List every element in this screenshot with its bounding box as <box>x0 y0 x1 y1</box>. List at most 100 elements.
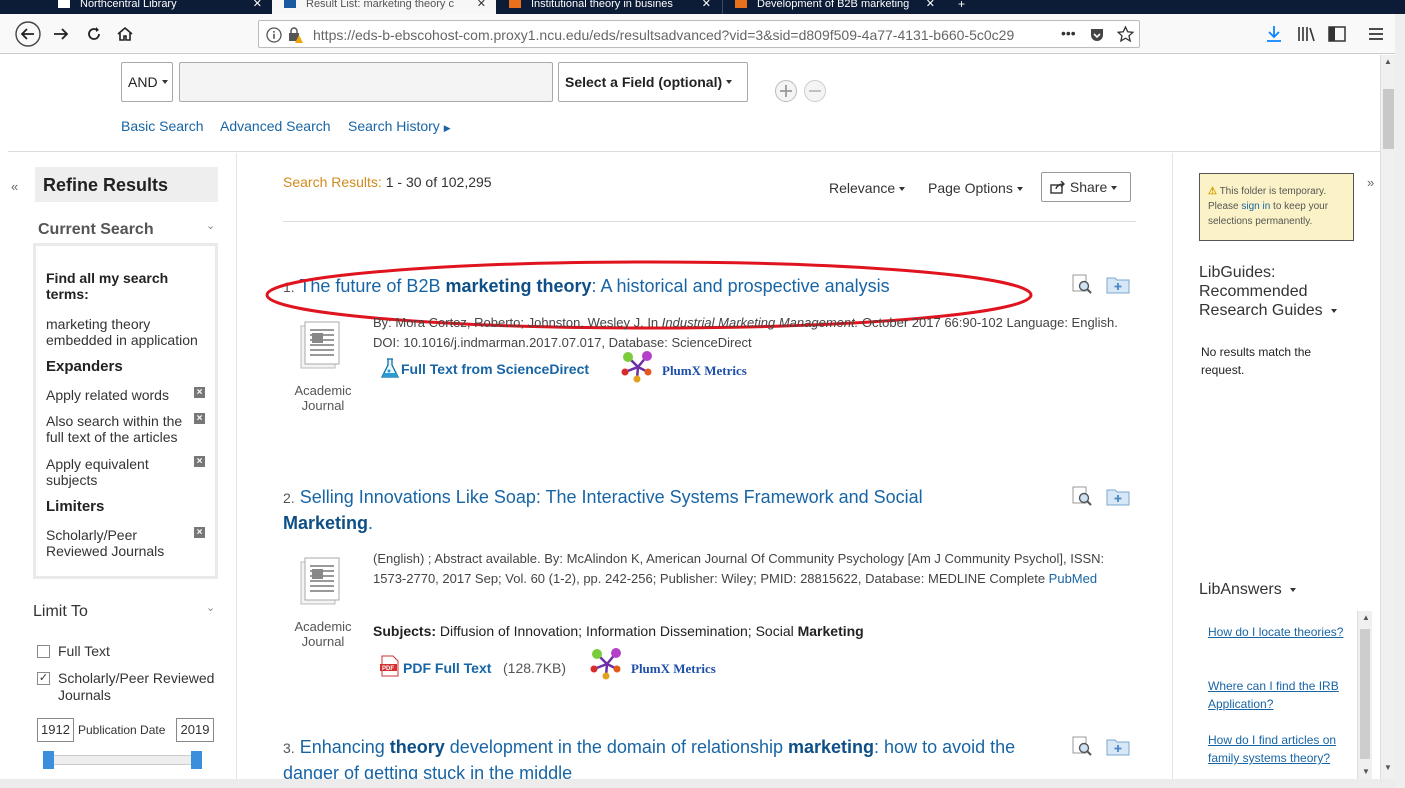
collapse-left-icon[interactable]: « <box>11 179 18 194</box>
bookmark-star-icon[interactable] <box>1117 26 1134 43</box>
result-1-actions <box>1072 273 1132 297</box>
reload-icon <box>88 27 100 40</box>
page-options-dropdown[interactable]: Page Options <box>928 180 1023 196</box>
address-bar[interactable]: https://eds-b-ebscohost-com.proxy1.ncu.e… <box>258 20 1140 48</box>
result-2-plumx-link[interactable]: PlumX Metrics <box>631 661 716 677</box>
remove-icon[interactable]: × <box>194 413 205 424</box>
chevron-down-icon <box>1111 186 1118 191</box>
result-1-full-text-link[interactable]: Full Text from ScienceDirect <box>401 361 589 377</box>
svg-text:PDF: PDF <box>382 666 394 672</box>
results-summary: Search Results: 1 - 30 of 102,295 <box>283 174 492 190</box>
libanswers-heading[interactable]: LibAnswers <box>1199 581 1297 599</box>
result-2-doctype: Academic Journal <box>294 619 352 649</box>
date-slider-handle-max[interactable] <box>191 751 202 769</box>
search-term-input[interactable] <box>179 62 553 102</box>
libanswers-scrollbar[interactable]: ▲ ▼ <box>1357 611 1372 779</box>
scrollbar-thumb[interactable] <box>1360 629 1370 759</box>
scholarly-checkbox[interactable]: ✓ <box>37 672 50 685</box>
scrollbar-thumb[interactable] <box>1383 89 1394 149</box>
result-1-plumx-link[interactable]: PlumX Metrics <box>662 363 747 379</box>
library-icon[interactable] <box>1297 26 1317 42</box>
date-from-input[interactable]: 1912 <box>37 718 74 742</box>
remove-icon[interactable]: × <box>194 527 205 538</box>
preview-magnifier-icon[interactable] <box>1072 735 1094 757</box>
close-tab-icon[interactable]: ✕ <box>477 0 486 10</box>
date-to-input[interactable]: 2019 <box>176 718 214 742</box>
full-text-checkbox[interactable] <box>37 645 50 658</box>
relevance-sort-dropdown[interactable]: Relevance <box>829 180 906 196</box>
collapse-right-icon[interactable]: » <box>1367 175 1374 190</box>
result-2-title[interactable]: 2. Selling Innovations Like Soap: The In… <box>283 485 1003 536</box>
pubmed-link[interactable]: PubMed <box>1049 571 1097 586</box>
field-select[interactable]: Select a Field (optional) <box>558 62 748 102</box>
result-1-metadata: By: Mora Cortez, Roberto; Johnston, Wesl… <box>373 315 1118 350</box>
scroll-down-icon[interactable]: ▼ <box>1362 767 1370 776</box>
refine-results-heading: Refine Results <box>35 167 218 202</box>
chevron-down-icon <box>726 80 733 84</box>
tab-strip: Northcentral Library ✕ Result List: mark… <box>0 0 1405 14</box>
close-tab-icon[interactable]: ✕ <box>926 0 935 10</box>
pdf-size: (128.7KB) <box>503 660 567 676</box>
tab-northcentral-library[interactable]: Northcentral Library ✕ <box>46 0 272 14</box>
sidebar-icon[interactable] <box>1328 26 1346 42</box>
chevron-down-icon[interactable]: ⌄ <box>206 219 215 232</box>
browser-window: Northcentral Library ✕ Result List: mark… <box>0 0 1405 788</box>
scroll-up-icon[interactable]: ▲ <box>1384 57 1392 66</box>
lock-warning-icon[interactable] <box>287 26 305 44</box>
share-button[interactable]: Share <box>1041 172 1131 202</box>
tab-institutional-theory[interactable]: Institutional theory in busines ✕ <box>497 0 721 14</box>
libguides-heading[interactable]: LibGuides: Recommended Research Guides <box>1199 263 1349 320</box>
add-to-folder-icon[interactable] <box>1106 485 1130 507</box>
remove-icon[interactable]: × <box>194 387 205 398</box>
reload-button[interactable] <box>80 20 108 48</box>
advanced-search-link[interactable]: Advanced Search <box>220 118 331 134</box>
page-scrollbar[interactable]: ▲ ▼ <box>1380 55 1395 779</box>
current-search-heading[interactable]: Current Search <box>38 221 154 239</box>
boolean-operator-select[interactable]: AND <box>121 62 173 102</box>
close-tab-icon[interactable]: ✕ <box>702 0 711 10</box>
add-to-folder-icon[interactable] <box>1106 273 1130 295</box>
page-actions-icon[interactable]: ••• <box>1061 25 1076 41</box>
navigation-toolbar: https://eds-b-ebscohost-com.proxy1.ncu.e… <box>0 14 1405 54</box>
faq-link-2[interactable]: Where can I find the IRB Application? <box>1208 677 1348 713</box>
current-search-box: Find all my search terms: marketing theo… <box>33 243 218 579</box>
result-2-pdf-link[interactable]: PDF Full Text <box>403 660 491 676</box>
info-icon[interactable] <box>266 27 282 43</box>
scroll-up-icon[interactable]: ▲ <box>1362 613 1370 622</box>
back-button[interactable] <box>14 20 42 48</box>
date-slider-handle-min[interactable] <box>43 751 54 769</box>
menu-icon[interactable] <box>1368 26 1384 42</box>
limit-to-heading[interactable]: Limit To <box>33 603 88 621</box>
preview-magnifier-icon[interactable] <box>1072 273 1094 295</box>
faq-link-1[interactable]: How do I locate theories? <box>1208 623 1348 641</box>
limiters-heading: Limiters <box>46 498 105 515</box>
sign-in-link[interactable]: sign in <box>1241 201 1270 212</box>
remove-icon[interactable]: × <box>194 456 205 467</box>
faq-link-3[interactable]: How do I find articles on family systems… <box>1208 731 1348 767</box>
close-tab-icon[interactable]: ✕ <box>253 0 262 10</box>
remove-row-icon[interactable] <box>803 79 827 103</box>
home-button[interactable] <box>111 20 139 48</box>
pocket-icon[interactable] <box>1089 27 1105 43</box>
forward-button[interactable] <box>47 20 75 48</box>
add-to-folder-icon[interactable] <box>1106 735 1130 757</box>
scroll-down-icon[interactable]: ▼ <box>1384 763 1392 772</box>
page-content: AND Select a Field (optional) Basic Sear… <box>8 55 1380 779</box>
ebsco-favicon-icon <box>284 0 296 8</box>
expander-related-words: Apply related words <box>46 387 169 403</box>
expanders-heading: Expanders <box>46 358 123 375</box>
download-icon[interactable] <box>1265 25 1283 43</box>
chevron-down-icon <box>899 187 906 192</box>
search-history-link[interactable]: Search History ▶ <box>348 118 451 134</box>
preview-magnifier-icon[interactable] <box>1072 485 1094 507</box>
add-row-icon[interactable] <box>774 79 798 103</box>
chevron-down-icon[interactable]: ⌄ <box>206 601 215 614</box>
date-slider-track[interactable] <box>44 755 202 765</box>
result-3-title[interactable]: 3. Enhancing theory development in the d… <box>283 735 1043 779</box>
folder-notice: ⚠ This folder is temporary. Please sign … <box>1199 173 1354 241</box>
tab-development-b2b[interactable]: Development of B2B marketing ✕ <box>723 0 945 14</box>
basic-search-link[interactable]: Basic Search <box>121 118 203 134</box>
tab-result-list[interactable]: Result List: marketing theory c ✕ <box>272 0 496 14</box>
new-tab-icon[interactable]: + <box>958 0 965 10</box>
search-query-link[interactable]: marketing theory embedded in application <box>46 316 206 348</box>
